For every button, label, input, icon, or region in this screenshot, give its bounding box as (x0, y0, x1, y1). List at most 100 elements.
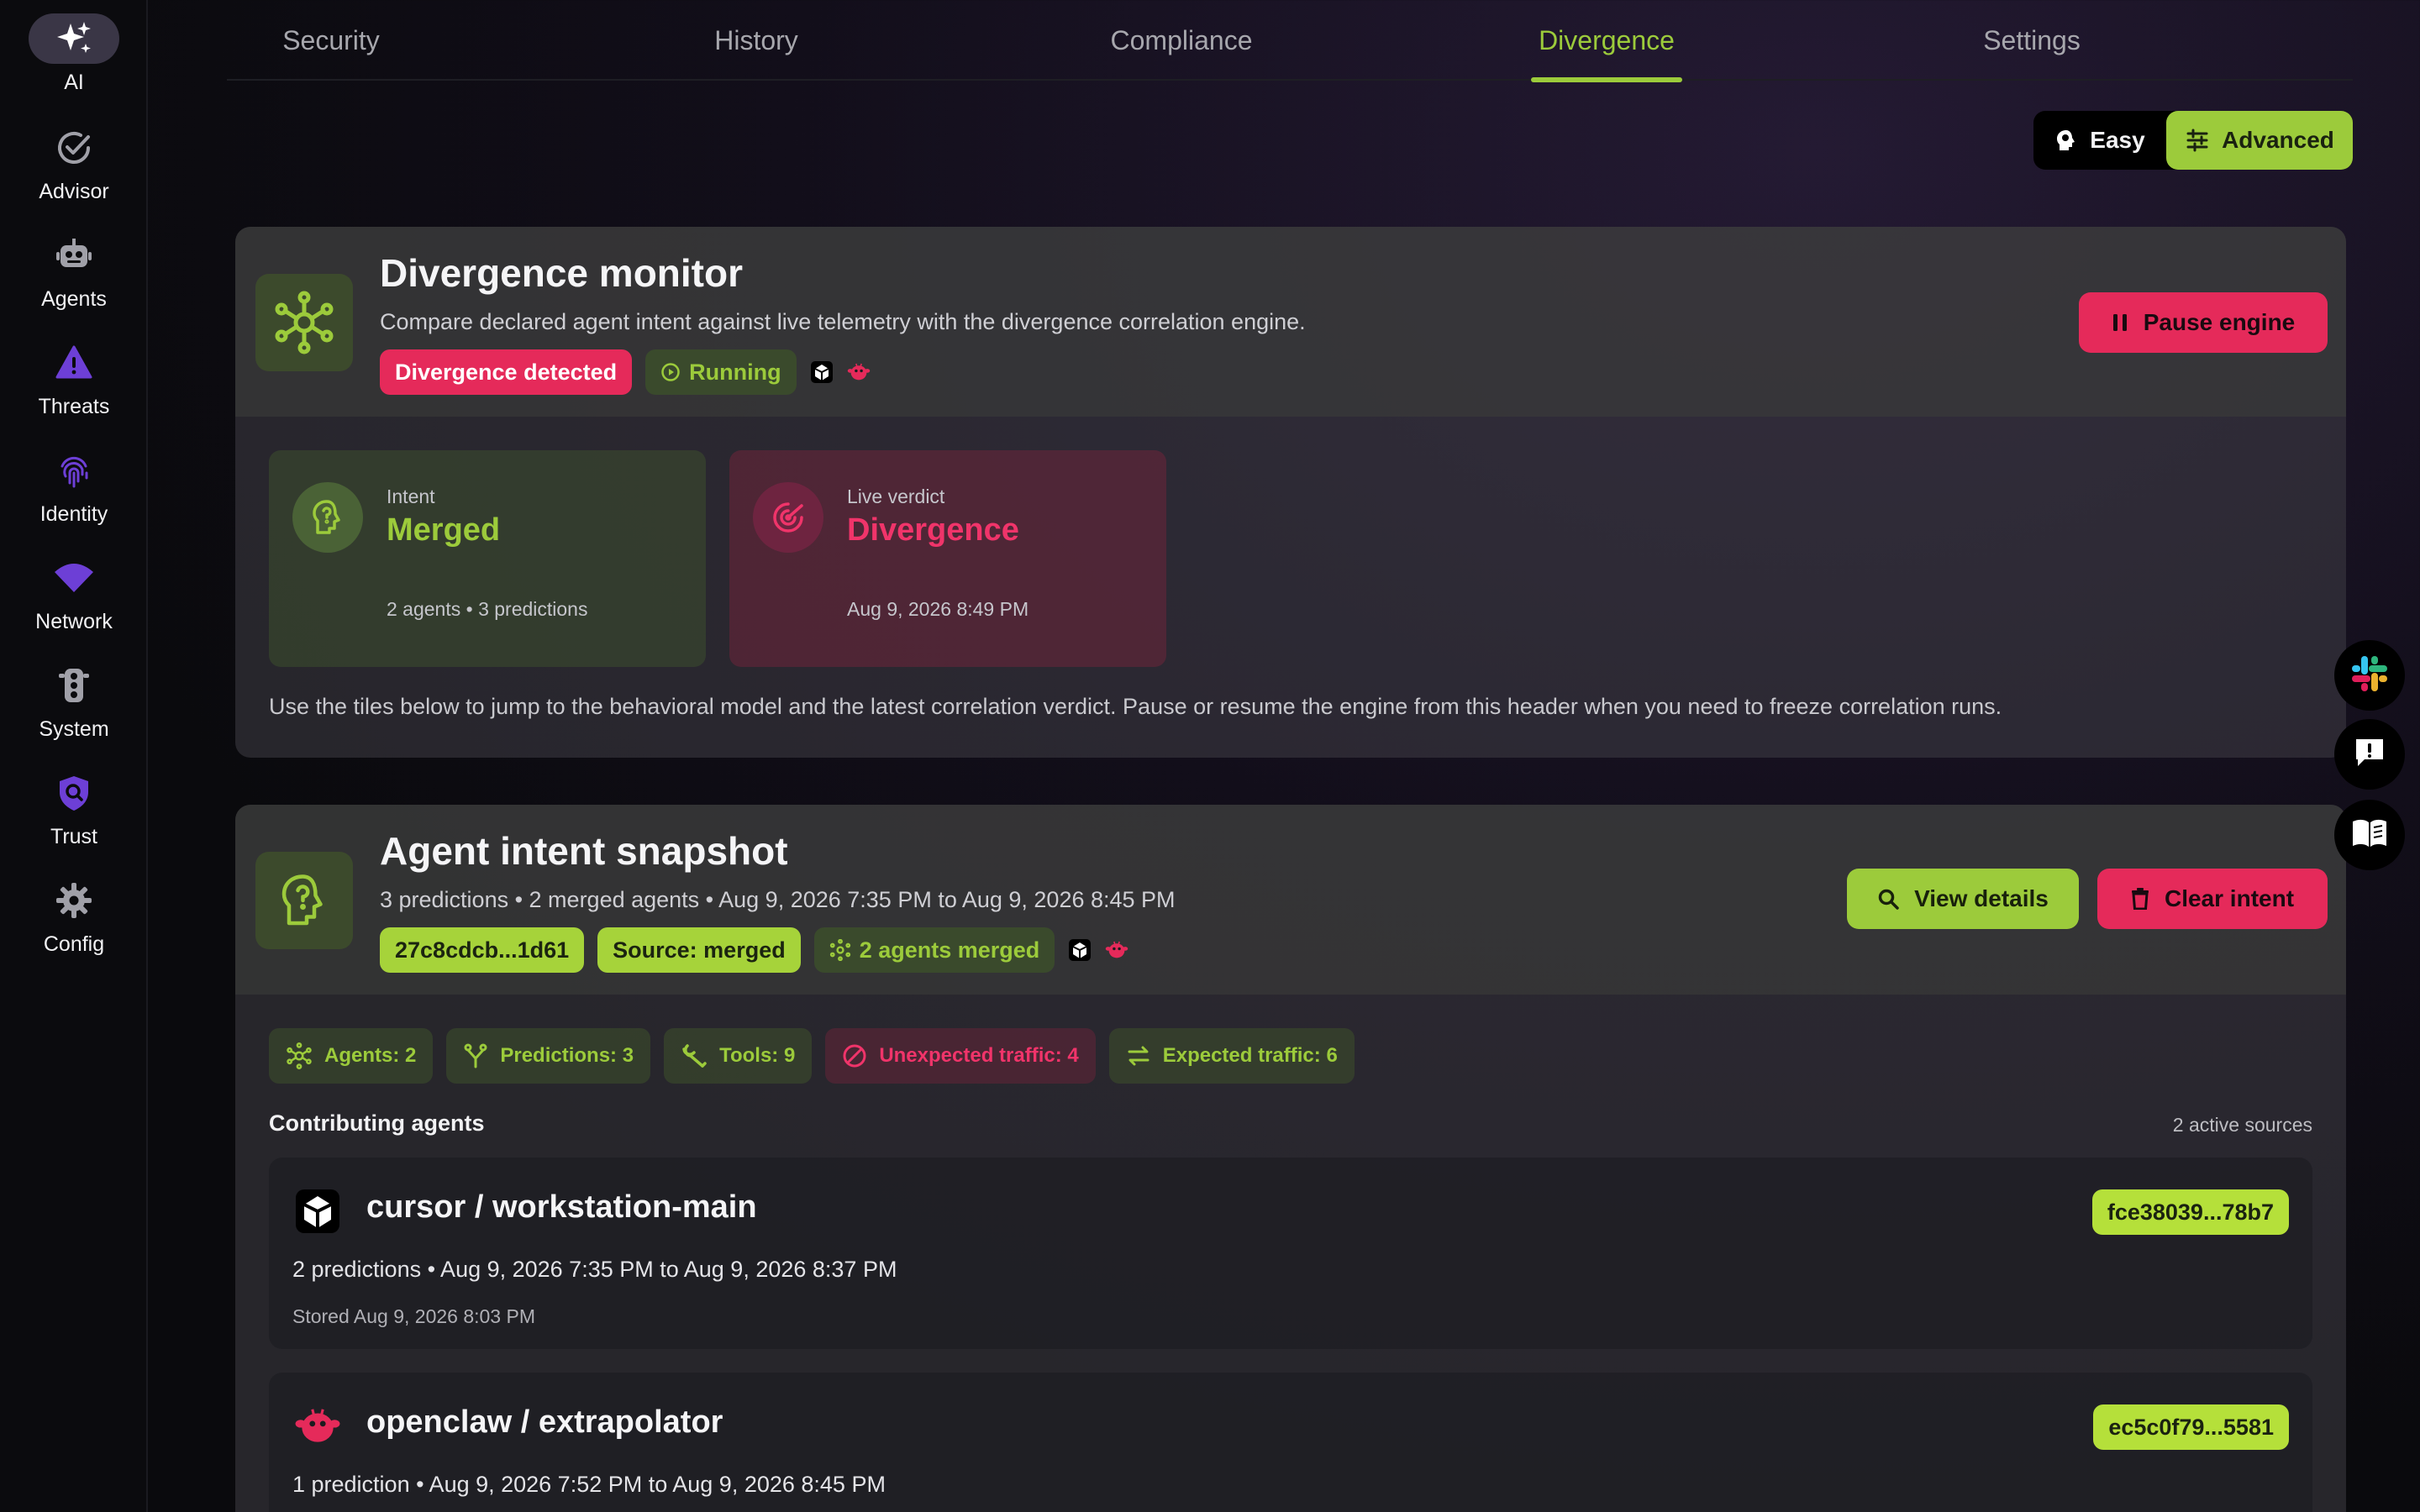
snapshot-header: Agent intent snapshot 3 predictions • 2 … (235, 805, 2346, 995)
agent-row-openclaw[interactable]: openclaw / extrapolator ec5c0f79...5581 … (269, 1373, 2312, 1512)
openclaw-logo-icon (847, 360, 871, 384)
agent-stored-time: Stored Aug 9, 2026 8:03 PM (292, 1305, 535, 1327)
intent-hash-badge: 27c8cdcb...1d61 (380, 927, 585, 973)
agent-name: openclaw / extrapolator (366, 1404, 723, 1440)
stat-expected-label: Expected traffic: 6 (1162, 1044, 1338, 1067)
sidebar-item-config[interactable]: Config (0, 875, 148, 974)
wrench-icon (682, 1044, 707, 1068)
active-sources-count: 2 active sources (2172, 1114, 2312, 1136)
sidebar-item-agents[interactable]: Agents (0, 230, 148, 329)
hub-network-icon (287, 1042, 312, 1069)
snapshot-title: Agent intent snapshot (380, 829, 788, 873)
feedback-button[interactable] (2334, 719, 2405, 790)
sidebar-item-label: Identity (39, 502, 108, 526)
monitor-header: Divergence monitor Compare declared agen… (235, 227, 2346, 417)
stat-predictions: Predictions: 3 (446, 1028, 651, 1084)
easy-mode-button[interactable]: Easy (2033, 111, 2166, 170)
cursor-logo-icon (294, 1188, 341, 1235)
clear-intent-button[interactable]: Clear intent (2097, 869, 2328, 929)
head-question-icon (292, 482, 363, 553)
monitor-badges: Divergence detected Running (380, 349, 871, 395)
agent-hash-badge: fce38039...78b7 (2091, 1189, 2289, 1235)
blocked-circle-icon (843, 1044, 866, 1068)
monitor-hint-text: Use the tiles below to jump to the behav… (269, 694, 2002, 719)
docs-button[interactable] (2334, 800, 2405, 870)
head-question-icon (255, 852, 353, 949)
sidebar-item-identity[interactable]: Identity (0, 445, 148, 544)
openclaw-logo-icon (1105, 938, 1128, 962)
tab-settings[interactable]: Settings (1923, 0, 2141, 81)
sidebar-item-trust[interactable]: Trust (0, 768, 148, 867)
easy-mode-label: Easy (2090, 127, 2145, 153)
agent-prediction-summary: 2 predictions • Aug 9, 2026 7:35 PM to A… (292, 1257, 897, 1282)
divergence-status-badge: Divergence detected (380, 349, 633, 395)
traffic-light-icon (29, 660, 119, 711)
running-status-badge: Running (645, 349, 797, 395)
tab-compliance[interactable]: Compliance (1072, 0, 1291, 81)
view-details-button[interactable]: View details (1847, 869, 2079, 929)
cursor-logo-icon (1068, 938, 1092, 962)
stat-unexpected-traffic: Unexpected traffic: 4 (825, 1028, 1096, 1084)
stat-tools-label: Tools: 9 (719, 1044, 796, 1067)
verdict-tile-meta: Aug 9, 2026 8:49 PM (847, 598, 1029, 620)
monitor-title: Divergence monitor (380, 251, 743, 295)
live-verdict-tile[interactable]: Live verdict Divergence Aug 9, 2026 8:49… (729, 450, 1166, 667)
intent-tile-value: Merged (387, 512, 501, 548)
sidebar-item-ai[interactable]: AI (0, 13, 148, 113)
sidebar-item-label: System (39, 717, 109, 741)
hub-network-icon (255, 274, 353, 371)
robot-icon (29, 230, 119, 281)
slack-button[interactable] (2334, 640, 2405, 711)
sidebar-item-system[interactable]: System (0, 660, 148, 759)
search-icon (1878, 889, 1899, 910)
sliders-icon (2186, 129, 2208, 152)
openclaw-logo-icon (294, 1403, 341, 1450)
sparkles-icon (29, 13, 119, 64)
intent-tile[interactable]: Intent Merged 2 agents • 3 predictions (269, 450, 706, 667)
agent-intent-snapshot-card: Agent intent snapshot 3 predictions • 2 … (235, 805, 2346, 1512)
warning-triangle-icon (29, 338, 119, 388)
feedback-icon (2353, 736, 2386, 774)
sidebar-item-network[interactable]: Network (0, 553, 148, 652)
sidebar: AI Advisor Agents Threats Identity Netwo… (0, 0, 148, 1512)
tab-divergence[interactable]: Divergence (1497, 0, 1716, 82)
hub-network-icon (829, 939, 850, 961)
cursor-logo-icon (810, 360, 834, 384)
tab-history[interactable]: History (647, 0, 865, 81)
verdict-tile-value: Divergence (847, 512, 1019, 548)
agent-prediction-summary: 1 prediction • Aug 9, 2026 7:52 PM to Au… (292, 1472, 886, 1497)
snapshot-badges: 27c8cdcb...1d61 Source: merged 2 agents … (380, 927, 1128, 973)
mode-switch: Easy Advanced (2033, 111, 2353, 170)
swap-arrows-icon (1128, 1046, 1150, 1066)
pause-icon (2112, 314, 2127, 331)
wifi-icon (29, 553, 119, 603)
stat-unexpected-label: Unexpected traffic: 4 (879, 1044, 1079, 1067)
fingerprint-icon (29, 445, 119, 496)
verdict-tile-label: Live verdict (847, 486, 945, 507)
agent-row-cursor[interactable]: cursor / workstation-main fce38039...78b… (269, 1158, 2312, 1349)
slack-icon (2350, 654, 2389, 697)
advanced-mode-button[interactable]: Advanced (2166, 111, 2353, 170)
running-label: Running (689, 359, 781, 385)
stat-agents-label: Agents: 2 (324, 1044, 417, 1067)
tab-bar: Security History Compliance Divergence S… (227, 0, 2353, 82)
contributing-agents-heading: Contributing agents (269, 1110, 485, 1136)
sidebar-item-label: Network (35, 610, 113, 633)
stat-predictions-label: Predictions: 3 (500, 1044, 634, 1067)
pause-engine-button[interactable]: Pause engine (2079, 292, 2328, 353)
stat-agents: Agents: 2 (269, 1028, 434, 1084)
intent-tile-meta: 2 agents • 3 predictions (387, 598, 588, 620)
tab-security[interactable]: Security (222, 0, 440, 81)
sidebar-item-threats[interactable]: Threats (0, 338, 148, 437)
source-badge: Source: merged (597, 927, 801, 973)
snapshot-stats: Agents: 2 Predictions: 3 Tools: 9 Unexpe… (269, 1028, 1355, 1084)
check-circle-icon (29, 123, 119, 173)
advanced-mode-label: Advanced (2222, 127, 2334, 153)
sidebar-item-label: Agents (41, 287, 107, 311)
agent-name: cursor / workstation-main (366, 1189, 757, 1225)
fork-branch-icon (464, 1043, 487, 1068)
sidebar-item-label: AI (64, 71, 84, 94)
monitor-subtitle: Compare declared agent intent against li… (380, 309, 1306, 334)
sidebar-item-advisor[interactable]: Advisor (0, 123, 148, 222)
snapshot-subtitle: 3 predictions • 2 merged agents • Aug 9,… (380, 887, 1176, 912)
